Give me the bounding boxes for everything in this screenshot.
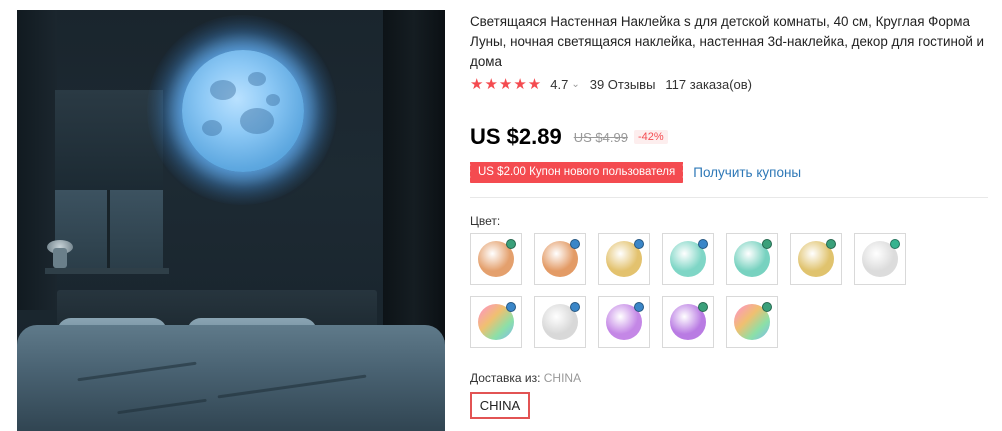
color-swatch-orange[interactable]: [470, 233, 522, 285]
glow-indicator-icon: [762, 239, 772, 249]
glow-indicator-icon: [570, 302, 580, 312]
glow-indicator-icon: [890, 239, 900, 249]
chevron-down-icon[interactable]: ⌄: [571, 79, 579, 90]
glow-indicator-icon: [762, 302, 772, 312]
glow-indicator-icon: [506, 302, 516, 312]
coupon-badge[interactable]: US $2.00 Купон нового пользователя: [467, 162, 686, 183]
rating-value[interactable]: 4.7: [550, 77, 568, 92]
glow-indicator-icon: [698, 239, 708, 249]
coupon-row: US $2.00 Купон нового пользователя Получ…: [467, 162, 801, 183]
divider: [470, 197, 988, 198]
old-price: US $4.99: [573, 129, 628, 145]
glow-indicator-icon: [698, 302, 708, 312]
color-swatch-teal[interactable]: [662, 233, 714, 285]
window-sill: [45, 268, 169, 274]
reviews-link[interactable]: 39 Отзывы: [590, 77, 656, 92]
ship-from-china-button[interactable]: CHINA: [470, 392, 530, 419]
product-title: Светящаяся Настенная Наклейка s для детс…: [470, 14, 985, 69]
color-swatch-rainbow[interactable]: [726, 296, 778, 348]
star-rating-icon: ★★★★★: [470, 76, 543, 93]
color-swatch-purple[interactable]: [598, 296, 650, 348]
color-label: Цвет:: [470, 214, 501, 228]
window: [55, 190, 163, 268]
color-swatch-orange[interactable]: [534, 233, 586, 285]
product-image[interactable]: [17, 10, 445, 431]
color-swatch-purple[interactable]: [662, 296, 714, 348]
glow-indicator-icon: [570, 239, 580, 249]
get-coupons-link[interactable]: Получить купоны: [693, 165, 801, 180]
glow-indicator-icon: [506, 239, 516, 249]
price-row: US $2.89 US $4.99 -42%: [470, 124, 668, 150]
shipping-label-text: Доставка из:: [470, 371, 541, 385]
color-swatch-yellow[interactable]: [790, 233, 842, 285]
current-price: US $2.89: [470, 124, 562, 149]
orders-count: 117 заказа(ов): [665, 76, 752, 92]
vase: [53, 248, 67, 268]
shipping-from-value: CHINA: [543, 371, 582, 385]
glow-indicator-icon: [634, 302, 644, 312]
color-swatch-yellow[interactable]: [598, 233, 650, 285]
discount-badge: -42%: [633, 130, 668, 144]
color-swatch-white[interactable]: [534, 296, 586, 348]
glow-indicator-icon: [634, 239, 644, 249]
wall-shadow: [17, 10, 57, 310]
color-swatch-white[interactable]: [854, 233, 906, 285]
rating-row: ★★★★★ 4.7 ⌄ 39 Отзывы 117 заказа(ов): [470, 75, 752, 93]
color-swatch-rainbow[interactable]: [470, 296, 522, 348]
color-swatch-teal[interactable]: [726, 233, 778, 285]
shipping-label: Доставка из: CHINA: [470, 371, 581, 385]
curtain: [383, 10, 445, 340]
glow-indicator-icon: [826, 239, 836, 249]
moon-sticker: [182, 50, 304, 172]
color-swatches: [470, 233, 940, 348]
